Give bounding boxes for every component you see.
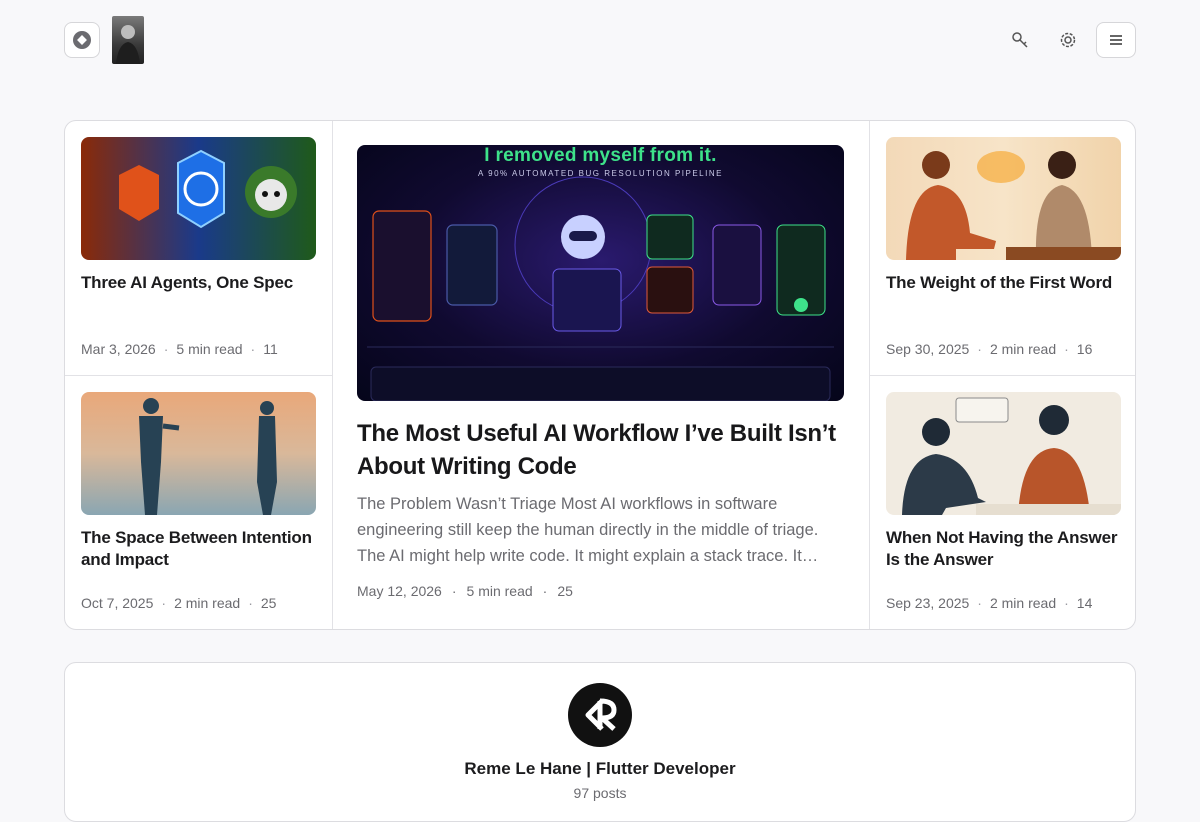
avatar[interactable] <box>112 16 144 64</box>
separator: · <box>977 341 982 357</box>
posts-column-right: The Weight of the First Word Sep 30, 202… <box>869 121 1135 629</box>
posts-column-left: Three AI Agents, One Spec Mar 3, 2026 · … <box>65 121 333 629</box>
post-count: 25 <box>557 583 573 599</box>
separator: · <box>542 583 548 599</box>
featured-image[interactable]: I removed myself from it. A 90% AUTOMATE… <box>357 145 844 401</box>
post-date: May 12, 2026 <box>357 583 442 599</box>
key-button[interactable] <box>1000 22 1040 58</box>
settings-button[interactable] <box>1048 22 1088 58</box>
post-title[interactable]: Three AI Agents, One Spec <box>81 272 316 294</box>
author-name[interactable]: Reme Le Hane | Flutter Developer <box>65 759 1135 779</box>
featured-image-headline: I removed myself from it. <box>484 145 717 166</box>
post-meta: May 12, 2026 · 5 min read · 25 <box>357 583 845 599</box>
post-title[interactable]: When Not Having the Answer Is the Answer <box>886 527 1119 571</box>
post-card[interactable]: When Not Having the Answer Is the Answer… <box>870 375 1135 629</box>
post-thumbnail[interactable] <box>886 137 1121 260</box>
post-count: 16 <box>1076 341 1093 357</box>
post-meta: Sep 30, 2025 · 2 min read · 16 <box>886 341 1092 357</box>
post-card[interactable]: The Space Between Intention and Impact O… <box>65 375 332 629</box>
post-title[interactable]: The Weight of the First Word <box>886 272 1119 294</box>
post-read-time: 2 min read <box>174 595 241 611</box>
separator: · <box>248 595 253 611</box>
post-count: 25 <box>260 595 277 611</box>
post-date: Mar 3, 2026 <box>81 341 156 357</box>
separator: · <box>451 583 457 599</box>
featured-post[interactable]: I removed myself from it. A 90% AUTOMATE… <box>333 121 869 629</box>
gear-icon <box>1060 32 1076 48</box>
author-post-count: 97 posts <box>573 785 627 801</box>
top-left <box>64 16 144 64</box>
separator: · <box>163 341 169 357</box>
menu-button[interactable] <box>1096 22 1136 58</box>
author-card: Reme Le Hane | Flutter Developer 97 post… <box>64 662 1136 822</box>
post-count: 14 <box>1076 595 1093 611</box>
post-read-time: 5 min read <box>176 341 243 357</box>
featured-image-subheadline: A 90% AUTOMATED BUG RESOLUTION PIPELINE <box>478 169 723 178</box>
post-thumbnail[interactable] <box>81 137 316 260</box>
post-meta: Mar 3, 2026 · 5 min read · 11 <box>81 341 278 357</box>
top-bar <box>64 16 1136 64</box>
top-right-actions <box>1000 22 1136 58</box>
post-meta: Oct 7, 2025 · 2 min read · 25 <box>81 595 276 611</box>
post-card[interactable]: Three AI Agents, One Spec Mar 3, 2026 · … <box>65 121 332 375</box>
home-button[interactable] <box>64 22 100 58</box>
menu-icon <box>1110 35 1122 45</box>
post-read-time: 5 min read <box>466 583 533 599</box>
separator: · <box>1064 341 1069 357</box>
posts-grid: Three AI Agents, One Spec Mar 3, 2026 · … <box>64 120 1136 630</box>
separator: · <box>250 341 256 357</box>
post-date: Sep 30, 2025 <box>886 341 970 357</box>
key-icon <box>1012 32 1028 48</box>
post-thumbnail[interactable] <box>81 392 316 515</box>
post-date: Sep 23, 2025 <box>886 595 970 611</box>
post-read-time: 2 min read <box>989 341 1057 357</box>
post-meta: Sep 23, 2025 · 2 min read · 14 <box>886 595 1092 611</box>
post-read-time: 2 min read <box>989 595 1057 611</box>
separator: · <box>977 595 982 611</box>
author-monogram-icon <box>585 698 617 731</box>
diamond-icon <box>73 31 91 49</box>
separator: · <box>1064 595 1069 611</box>
post-card[interactable]: The Weight of the First Word Sep 30, 202… <box>870 121 1135 375</box>
author-logo[interactable] <box>568 683 632 747</box>
featured-title[interactable]: The Most Useful AI Workflow I’ve Built I… <box>357 417 845 483</box>
post-count: 11 <box>263 341 278 357</box>
post-title[interactable]: The Space Between Intention and Impact <box>81 527 316 571</box>
post-thumbnail[interactable] <box>886 392 1121 515</box>
separator: · <box>161 595 167 611</box>
post-date: Oct 7, 2025 <box>81 595 154 611</box>
featured-excerpt: The Problem Wasn’t Triage Most AI workfl… <box>357 495 819 565</box>
